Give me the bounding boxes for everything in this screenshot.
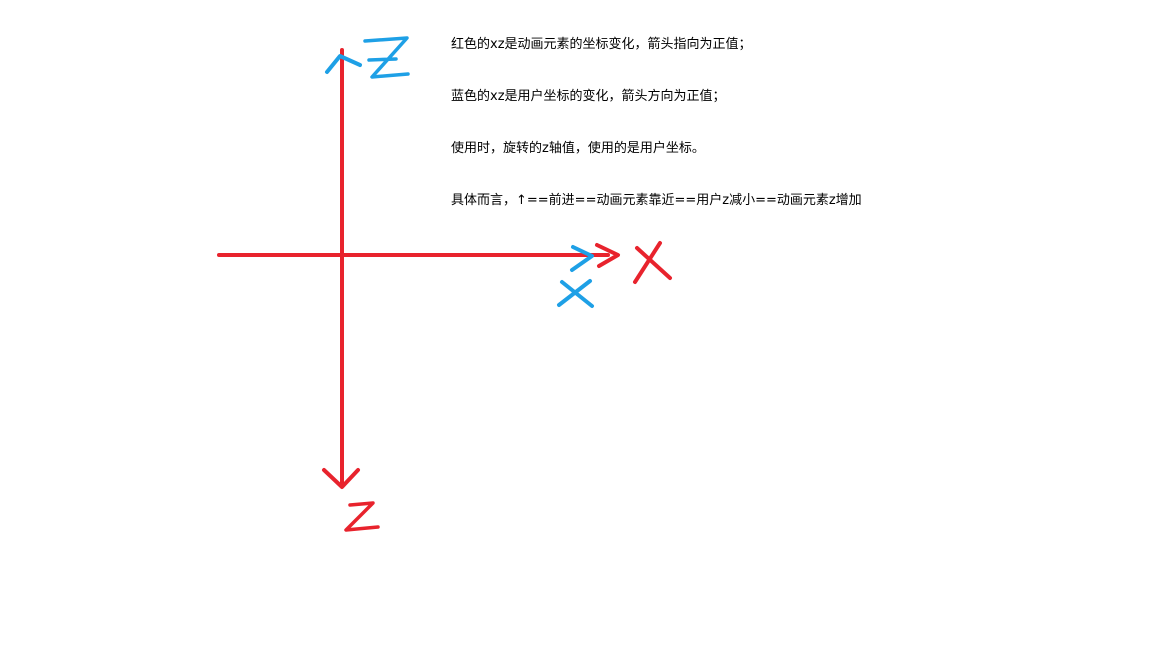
user-z-label — [363, 36, 410, 79]
explanation-notes: 红色的xz是动画元素的坐标变化，箭头指向为正值； 蓝色的xz是用户坐标的变化，箭… — [451, 36, 1131, 244]
element-x-label — [633, 241, 672, 284]
note-usage: 使用时，旋转的z轴值，使用的是用户坐标。 — [451, 141, 705, 156]
note-detail: 具体而言，↑==前进==动画元素靠近==用户z减小==动画元素z增加 — [451, 193, 862, 208]
element-z-label — [344, 501, 380, 532]
user-z-label-text: Z — [370, 42, 371, 43]
note-blue-axes: 蓝色的xz是用户坐标的变化，箭头方向为正值； — [451, 89, 726, 104]
user-x-label — [557, 279, 594, 308]
user-x-label-text: X — [565, 285, 566, 286]
element-z-label-text: Z — [350, 505, 351, 506]
note-red-axes: 红色的xz是动画元素的坐标变化，箭头指向为正值； — [451, 37, 752, 52]
user-x-arrowhead — [570, 245, 594, 272]
element-x-label-text: X — [640, 250, 641, 251]
